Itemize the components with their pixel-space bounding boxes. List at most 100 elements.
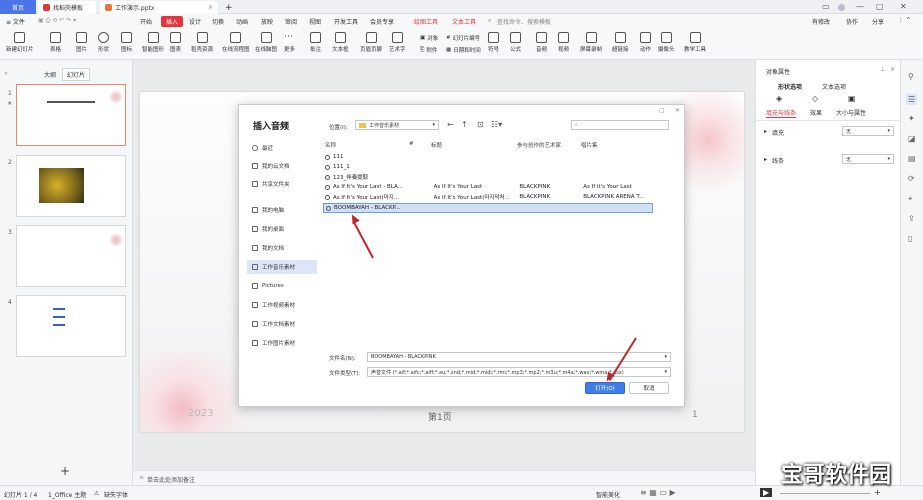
- file-row[interactable]: 123_伴奏提取: [323, 172, 653, 182]
- menu-insert[interactable]: 插入: [161, 16, 184, 27]
- camera-button[interactable]: 摄像头: [658, 32, 675, 53]
- tab-document[interactable]: 工作演示.pptx ×: [100, 1, 218, 14]
- mobile-icon[interactable]: ▯: [908, 234, 912, 243]
- wordart-button[interactable]: 艺术字: [389, 32, 406, 53]
- chart-button[interactable]: 图表: [170, 32, 181, 53]
- tab-template[interactable]: 找稻壳模板: [38, 1, 96, 14]
- docer-resource-button[interactable]: 稻壳资源: [191, 32, 213, 53]
- maximize-icon[interactable]: ▢: [876, 2, 884, 11]
- icon-button[interactable]: 图标: [121, 32, 132, 53]
- sidebar-item-cloud[interactable]: 我的云文档: [247, 159, 317, 173]
- sidebar-item-documents[interactable]: 我的文档: [247, 241, 317, 255]
- avatar[interactable]: [838, 4, 845, 11]
- sidebar-item-video[interactable]: 工作视频素材: [247, 298, 317, 312]
- attachment-button[interactable]: ⎘ 附件: [420, 46, 437, 55]
- zoom-slider[interactable]: [780, 493, 870, 494]
- slide-number-button[interactable]: # 幻灯片编号: [446, 34, 480, 42]
- smartart-button[interactable]: 智能图形: [142, 32, 164, 53]
- quick-access-icons[interactable]: ▣ ⎙ ⟲ ↶ ↷ ▾: [38, 17, 76, 25]
- search-input[interactable]: ⌕: [571, 120, 669, 130]
- object-button[interactable]: ▣ 对象: [420, 34, 438, 42]
- modified-status[interactable]: 有修改: [812, 17, 830, 26]
- export-icon[interactable]: ⇪: [908, 214, 915, 223]
- layout-icon[interactable]: ▭: [822, 2, 830, 11]
- mindmap-button[interactable]: 在线脑图: [255, 32, 277, 53]
- menu-developer[interactable]: 开发工具: [334, 17, 358, 26]
- file-menu[interactable]: ≡ 文件: [6, 17, 25, 26]
- view-mode-icon[interactable]: ☷▾: [491, 120, 502, 129]
- column-name[interactable]: 名称: [325, 141, 336, 149]
- slide-thumbnail-1[interactable]: [16, 84, 126, 146]
- view-icons[interactable]: ≡ ▦ ▭ ▶: [640, 488, 676, 497]
- close-tab-icon[interactable]: ×: [208, 4, 213, 11]
- menu-text-tools[interactable]: 文本工具: [452, 17, 476, 26]
- sidebar-item-shared[interactable]: 共享文件夹: [247, 177, 317, 191]
- tab-outline[interactable]: 大纲: [44, 70, 56, 79]
- new-slide-button[interactable]: 新建幻灯片: [6, 32, 34, 53]
- up-icon[interactable]: ↑: [461, 120, 468, 129]
- search-icon[interactable]: ⌕: [488, 17, 491, 25]
- properties-icon[interactable]: ☰: [906, 94, 918, 105]
- dialog-close-icon[interactable]: ✕: [675, 107, 680, 114]
- shape-button[interactable]: 形状: [98, 32, 109, 53]
- menu-slideshow[interactable]: 放映: [261, 17, 273, 26]
- pin-icon[interactable]: ⊥: [880, 66, 885, 73]
- missing-font-button[interactable]: 缺失字体: [104, 490, 128, 499]
- design-icon[interactable]: ◪: [908, 134, 916, 143]
- sidebar-item-desktop[interactable]: 我的桌面: [247, 222, 317, 236]
- video-button[interactable]: 视频: [558, 32, 569, 53]
- file-row[interactable]: 111: [323, 152, 653, 162]
- textbox-button[interactable]: 文本框: [332, 32, 349, 53]
- column-artist[interactable]: 参与创作的艺术家: [517, 141, 561, 149]
- sidebar-item-images[interactable]: 工作图片素材: [247, 336, 317, 350]
- new-tab-button[interactable]: +: [220, 1, 238, 14]
- animation-icon[interactable]: ✦: [908, 114, 915, 123]
- smart-beautify-button[interactable]: 智能美化: [596, 490, 620, 499]
- close-icon[interactable]: ✕: [900, 2, 907, 11]
- sidebar-item-computer[interactable]: 我的电脑: [247, 203, 317, 217]
- menu-member[interactable]: 会员专享: [370, 17, 394, 26]
- column-album[interactable]: 唱片集: [581, 141, 598, 149]
- cancel-button[interactable]: 取消: [629, 382, 669, 394]
- menu-view[interactable]: 视图: [309, 17, 321, 26]
- table-button[interactable]: 表格: [50, 32, 61, 53]
- effect-icon[interactable]: ◇: [812, 94, 818, 103]
- subtab-fill-line[interactable]: 填充与线条: [766, 108, 797, 118]
- tab-text-options[interactable]: 文本选项: [822, 82, 846, 91]
- file-row[interactable]: As If It's Your Last - BLA... As If It's …: [323, 182, 653, 192]
- add-slide-button[interactable]: +: [60, 464, 70, 478]
- picture-button[interactable]: 图片: [76, 32, 87, 53]
- audio-button[interactable]: 音频: [536, 32, 547, 53]
- fill-select[interactable]: 无 ▾: [842, 126, 894, 136]
- formula-button[interactable]: 公式: [510, 32, 521, 53]
- share-button[interactable]: 分享: [872, 17, 884, 26]
- date-time-button[interactable]: ▦ 日期和时间: [446, 46, 481, 54]
- fill-line-icon[interactable]: ◈: [776, 94, 782, 103]
- notes-bar[interactable]: ≡ 单击此处添加备注: [133, 470, 755, 485]
- location-select[interactable]: 工作音乐素材 ▾: [355, 120, 439, 130]
- teaching-tools-button[interactable]: 教学工具: [684, 32, 706, 53]
- new-folder-icon[interactable]: ⊡: [477, 120, 484, 129]
- backup-icon[interactable]: ⟳: [908, 174, 915, 183]
- tab-home[interactable]: 首页: [0, 0, 36, 14]
- play-icon[interactable]: ▶: [760, 488, 773, 497]
- file-row-selected[interactable]: BOOMBAYAH - BLACKP...: [323, 203, 653, 213]
- notes-placeholder[interactable]: 单击此处添加备注: [147, 475, 195, 484]
- slide-thumbnail-2[interactable]: [16, 155, 126, 217]
- line-select[interactable]: 无 ▾: [842, 154, 894, 164]
- tab-slides[interactable]: 幻灯片: [62, 68, 91, 81]
- dialog-maximize-icon[interactable]: ▢: [659, 107, 665, 114]
- menu-transition[interactable]: 切换: [212, 17, 224, 26]
- flowchart-button[interactable]: 在线流程图: [222, 32, 250, 53]
- comment-button[interactable]: 批注: [310, 32, 321, 53]
- action-button[interactable]: 动作: [640, 32, 651, 53]
- menu-drawing-tools[interactable]: 绘图工具: [414, 17, 438, 26]
- tab-shape-options[interactable]: 形状选项: [778, 82, 802, 91]
- subtab-size[interactable]: 大小与属性: [836, 108, 866, 117]
- sidebar-item-recent[interactable]: 最近: [247, 141, 317, 155]
- more-icon[interactable]: ⋮ ^: [898, 17, 911, 24]
- slide-thumbnail-4[interactable]: [16, 295, 126, 357]
- sidebar-item-pictures[interactable]: Pictures: [247, 279, 317, 293]
- collaborate-button[interactable]: 协作: [846, 17, 858, 26]
- column-number[interactable]: #: [409, 141, 414, 147]
